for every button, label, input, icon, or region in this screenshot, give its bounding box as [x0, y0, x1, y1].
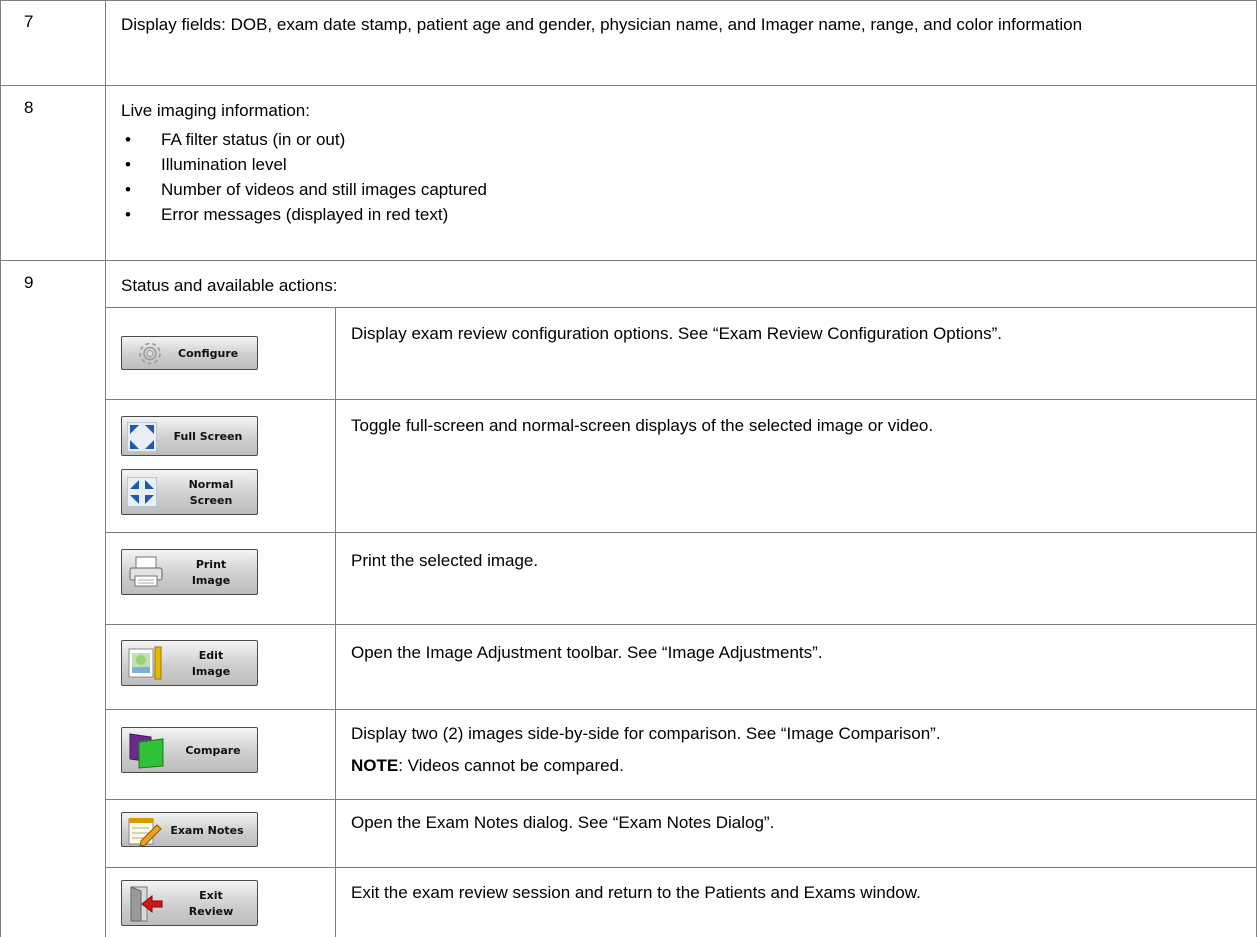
- button-label: Edit: [198, 649, 224, 662]
- list-item: Error messages (displayed in red text): [121, 202, 1221, 227]
- printer-icon: [128, 556, 164, 591]
- action-description: Exit the exam review session and return …: [351, 883, 921, 902]
- button-label: Full Screen: [173, 430, 243, 443]
- button-label: Image: [191, 574, 231, 587]
- action-description: Print the selected image.: [351, 551, 539, 570]
- inner-table-top: [105, 307, 1257, 308]
- inner-row-divider: [105, 709, 1257, 710]
- button-label: Print: [195, 558, 227, 571]
- column-divider: [105, 0, 106, 937]
- row-description: Display fields: DOB, exam date stamp, pa…: [121, 15, 1083, 34]
- print-image-button[interactable]: Print Image: [121, 549, 258, 595]
- compare-icon: [127, 732, 167, 773]
- compare-button[interactable]: Compare: [121, 727, 258, 773]
- exit-review-button[interactable]: Exit Review: [121, 880, 258, 926]
- inner-row-divider: [105, 624, 1257, 625]
- action-note: NOTE: Videos cannot be compared.: [351, 753, 1231, 778]
- row-number: 9: [24, 273, 34, 292]
- action-description: Open the Image Adjustment toolbar. See “…: [351, 643, 823, 662]
- button-label: Compare: [185, 744, 241, 757]
- table-border-left: [0, 0, 1, 937]
- action-description: Display exam review configuration option…: [351, 324, 1003, 343]
- inner-row-divider: [105, 799, 1257, 800]
- row-intro: Live imaging information:: [121, 101, 310, 120]
- inner-row-divider: [105, 867, 1257, 868]
- gear-icon: [128, 340, 172, 370]
- action-description: Open the Exam Notes dialog. See “Exam No…: [351, 813, 775, 832]
- button-label: Normal: [188, 478, 234, 491]
- exit-door-icon: [128, 885, 164, 926]
- note-text: : Videos cannot be compared.: [398, 756, 624, 775]
- bullet-list: FA filter status (in or out) Illuminatio…: [121, 127, 1221, 227]
- row-divider-8-9: [0, 260, 1257, 261]
- list-item: Illumination level: [121, 152, 1221, 177]
- button-label: Exit: [199, 889, 223, 902]
- normal-screen-button[interactable]: Normal Screen: [121, 469, 258, 515]
- button-label: Review: [188, 905, 234, 918]
- edit-image-button[interactable]: Edit Image: [121, 640, 258, 686]
- expand-icon: [126, 421, 158, 455]
- inner-row-divider: [105, 532, 1257, 533]
- configure-button[interactable]: Configure: [121, 336, 258, 370]
- inner-row-divider: [105, 399, 1257, 400]
- row-divider-7-8: [0, 85, 1257, 86]
- row-number: 7: [24, 12, 34, 31]
- button-label: Exam Notes: [170, 824, 244, 837]
- button-label: Image: [191, 665, 231, 678]
- collapse-icon: [126, 476, 158, 510]
- action-description: Toggle full-screen and normal-screen dis…: [351, 416, 934, 435]
- button-label: Configure: [178, 347, 239, 360]
- table-border-top: [0, 0, 1257, 1]
- list-item: Number of videos and still images captur…: [121, 177, 1221, 202]
- full-screen-button[interactable]: Full Screen: [121, 416, 258, 456]
- row-number: 8: [24, 98, 34, 117]
- action-description: Display two (2) images side-by-side for …: [351, 724, 941, 743]
- row-intro: Status and available actions:: [121, 276, 338, 295]
- list-item: FA filter status (in or out): [121, 127, 1221, 152]
- inner-column-divider: [335, 307, 336, 937]
- exam-notes-button[interactable]: Exam Notes: [121, 812, 258, 847]
- note-label: NOTE: [351, 756, 399, 775]
- button-label: Screen: [189, 494, 233, 507]
- image-edit-icon: [127, 645, 163, 684]
